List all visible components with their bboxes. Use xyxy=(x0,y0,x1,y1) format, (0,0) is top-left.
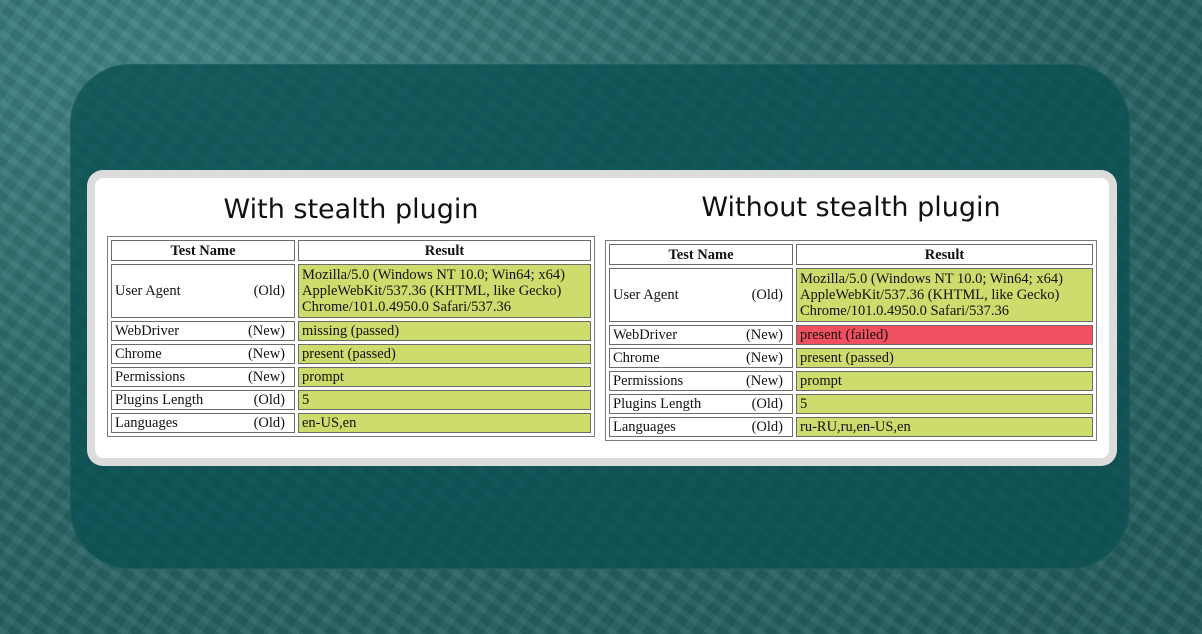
table-row: Languages (Old) ru-RU,ru,en-US,en xyxy=(609,417,1093,437)
test-name: Permissions xyxy=(115,369,186,385)
test-name: Languages xyxy=(613,419,676,435)
header-test-name: Test Name xyxy=(609,244,793,265)
table-row: Chrome (New) present (passed) xyxy=(111,344,591,364)
test-name-cell: Chrome (New) xyxy=(111,344,295,364)
result-cell: present (passed) xyxy=(298,344,591,364)
comparison-card: With stealth plugin Test Name Result Use… xyxy=(95,178,1109,458)
result-cell: prompt xyxy=(298,367,591,387)
test-tag: (Old) xyxy=(253,415,285,431)
panel-title-with-stealth: With stealth plugin xyxy=(223,194,479,225)
test-name-cell: WebDriver (New) xyxy=(111,321,295,341)
test-name: Chrome xyxy=(115,346,162,362)
test-name: Plugins Length xyxy=(613,396,702,412)
result-cell: prompt xyxy=(796,371,1093,391)
table-row: Chrome (New) present (passed) xyxy=(609,348,1093,368)
test-tag: (New) xyxy=(745,373,783,389)
result-cell-failed: present (failed) xyxy=(796,325,1093,345)
test-tag: (New) xyxy=(247,346,285,362)
test-name-cell: Plugins Length (Old) xyxy=(609,394,793,414)
test-name-cell: User Agent (Old) xyxy=(609,268,793,322)
table-row: Languages (Old) en-US,en xyxy=(111,413,591,433)
table-row: WebDriver (New) present (failed) xyxy=(609,325,1093,345)
header-result: Result xyxy=(298,240,591,261)
panel-title-without-stealth: Without stealth plugin xyxy=(701,192,1001,223)
test-name: Languages xyxy=(115,415,178,431)
test-name-cell: Chrome (New) xyxy=(609,348,793,368)
test-tag: (Old) xyxy=(751,287,783,303)
table-row: Permissions (New) prompt xyxy=(111,367,591,387)
test-name: User Agent xyxy=(115,283,181,299)
table-row: WebDriver (New) missing (passed) xyxy=(111,321,591,341)
result-cell: present (passed) xyxy=(796,348,1093,368)
table-row: Plugins Length (Old) 5 xyxy=(609,394,1093,414)
test-name: User Agent xyxy=(613,287,679,303)
table-header-row: Test Name Result xyxy=(111,240,591,261)
results-table-with-stealth: Test Name Result User Agent (Old) Mozilla… xyxy=(107,236,595,437)
test-name-cell: Languages (Old) xyxy=(609,417,793,437)
test-tag: (New) xyxy=(745,327,783,343)
test-tag: (Old) xyxy=(751,419,783,435)
test-name: Chrome xyxy=(613,350,660,366)
test-name-cell: Languages (Old) xyxy=(111,413,295,433)
result-cell: Mozilla/5.0 (Windows NT 10.0; Win64; x64… xyxy=(298,264,591,318)
result-cell: missing (passed) xyxy=(298,321,591,341)
header-test-name: Test Name xyxy=(111,240,295,261)
test-name: Plugins Length xyxy=(115,392,204,408)
table-row: Plugins Length (Old) 5 xyxy=(111,390,591,410)
table-header-row: Test Name Result xyxy=(609,244,1093,265)
panel-without-stealth: Without stealth plugin Test Name Result … xyxy=(605,178,1097,441)
test-tag: (New) xyxy=(247,369,285,385)
result-cell: Mozilla/5.0 (Windows NT 10.0; Win64; x64… xyxy=(796,268,1093,322)
test-name-cell: Permissions (New) xyxy=(609,371,793,391)
test-name-cell: WebDriver (New) xyxy=(609,325,793,345)
result-cell: 5 xyxy=(796,394,1093,414)
test-name: WebDriver xyxy=(115,323,180,339)
test-tag: (Old) xyxy=(253,283,285,299)
test-name-cell: User Agent (Old) xyxy=(111,264,295,318)
test-name-cell: Plugins Length (Old) xyxy=(111,390,295,410)
result-cell: en-US,en xyxy=(298,413,591,433)
test-tag: (Old) xyxy=(751,396,783,412)
test-name: Permissions xyxy=(613,373,684,389)
header-result: Result xyxy=(796,244,1093,265)
table-row: User Agent (Old) Mozilla/5.0 (Windows NT … xyxy=(609,268,1093,322)
test-name: WebDriver xyxy=(613,327,678,343)
results-table-without-stealth: Test Name Result User Agent (Old) Mozilla… xyxy=(605,240,1097,441)
test-tag: (New) xyxy=(247,323,285,339)
result-cell: 5 xyxy=(298,390,591,410)
table-row: User Agent (Old) Mozilla/5.0 (Windows NT … xyxy=(111,264,591,318)
test-tag: (Old) xyxy=(253,392,285,408)
panel-with-stealth: With stealth plugin Test Name Result Use… xyxy=(107,178,595,437)
test-name-cell: Permissions (New) xyxy=(111,367,295,387)
test-tag: (New) xyxy=(745,350,783,366)
table-row: Permissions (New) prompt xyxy=(609,371,1093,391)
result-cell: ru-RU,ru,en-US,en xyxy=(796,417,1093,437)
